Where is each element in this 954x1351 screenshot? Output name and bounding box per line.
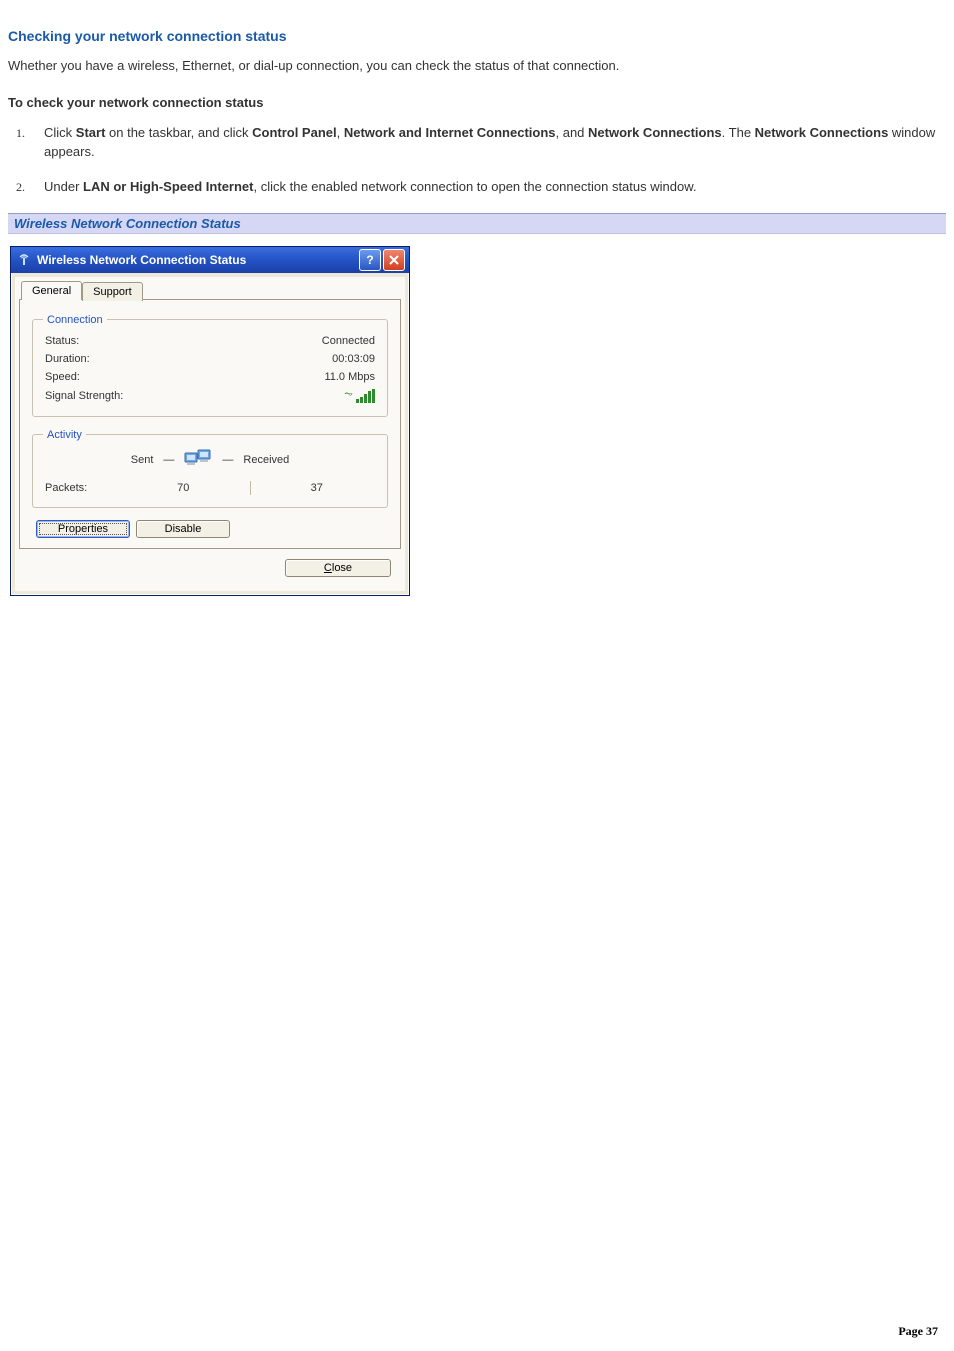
duration-label: Duration: <box>45 353 90 365</box>
action-buttons: Properties Disable <box>32 520 388 538</box>
speed-value: 11.0 Mbps <box>324 371 375 383</box>
connection-legend: Connection <box>43 314 107 326</box>
duration-value: 00:03:09 <box>332 353 375 365</box>
signal-strength-icon: ⏦ <box>344 389 375 403</box>
intro-paragraph: Whether you have a wireless, Ethernet, o… <box>8 58 946 73</box>
step-number: 2. <box>16 179 25 196</box>
step-text: Click Start on the taskbar, and click Co… <box>44 125 935 159</box>
duration-row: Duration: 00:03:09 <box>43 350 377 368</box>
status-label: Status: <box>45 335 79 347</box>
page-number: 37 <box>926 1324 938 1338</box>
tab-strip: General Support <box>19 281 401 300</box>
packets-received-value: 37 <box>259 482 376 494</box>
page-footer: Page 37 <box>898 1324 938 1339</box>
properties-button[interactable]: Properties <box>36 520 130 538</box>
computers-icon <box>184 449 212 471</box>
close-button-rest: lose <box>332 562 352 574</box>
page-label: Page <box>898 1324 926 1338</box>
packets-sent-value: 70 <box>125 482 242 494</box>
connection-group: Connection Status: Connected Duration: 0… <box>32 314 388 417</box>
tab-support[interactable]: Support <box>82 282 143 301</box>
speed-label: Speed: <box>45 371 80 383</box>
tab-pane-general: Connection Status: Connected Duration: 0… <box>19 299 401 549</box>
received-label: Received <box>243 454 289 466</box>
signal-label: Signal Strength: <box>45 390 123 402</box>
figure-caption: Wireless Network Connection Status <box>8 213 946 234</box>
dialog-body: General Support Connection Status: Conne… <box>15 277 405 591</box>
wireless-status-dialog: Wireless Network Connection Status ? Gen… <box>10 246 410 596</box>
activity-header: Sent — <box>43 449 377 471</box>
disable-button[interactable]: Disable <box>136 520 230 538</box>
activity-legend: Activity <box>43 429 86 441</box>
dialog-titlebar: Wireless Network Connection Status ? <box>11 247 409 273</box>
help-button[interactable]: ? <box>359 249 381 271</box>
packets-row: Packets: 70 37 <box>43 477 377 497</box>
dialog-title: Wireless Network Connection Status <box>37 253 359 267</box>
steps-list: 1. Click Start on the taskbar, and click… <box>8 124 946 197</box>
sent-label: Sent <box>131 454 154 466</box>
signal-row: Signal Strength: ⏦ <box>43 386 377 406</box>
dialog-figure: Wireless Network Connection Status ? Gen… <box>8 238 946 604</box>
step-text: Under LAN or High-Speed Internet, click … <box>44 179 697 194</box>
procedure-title: To check your network connection status <box>8 95 946 110</box>
divider <box>250 481 251 495</box>
section-heading: Checking your network connection status <box>8 28 946 44</box>
close-window-button[interactable] <box>383 249 405 271</box>
packets-label: Packets: <box>45 482 125 494</box>
wireless-icon <box>17 253 31 267</box>
step-item: 2. Under LAN or High-Speed Internet, cli… <box>44 178 946 197</box>
tab-general[interactable]: General <box>21 281 82 300</box>
speed-row: Speed: 11.0 Mbps <box>43 368 377 386</box>
step-number: 1. <box>16 125 25 142</box>
dialog-footer: Close <box>19 549 401 585</box>
activity-group: Activity Sent — <box>32 429 388 508</box>
close-icon <box>389 255 399 265</box>
close-button[interactable]: Close <box>285 559 391 577</box>
status-value: Connected <box>322 335 375 347</box>
step-item: 1. Click Start on the taskbar, and click… <box>44 124 946 162</box>
status-row: Status: Connected <box>43 332 377 350</box>
